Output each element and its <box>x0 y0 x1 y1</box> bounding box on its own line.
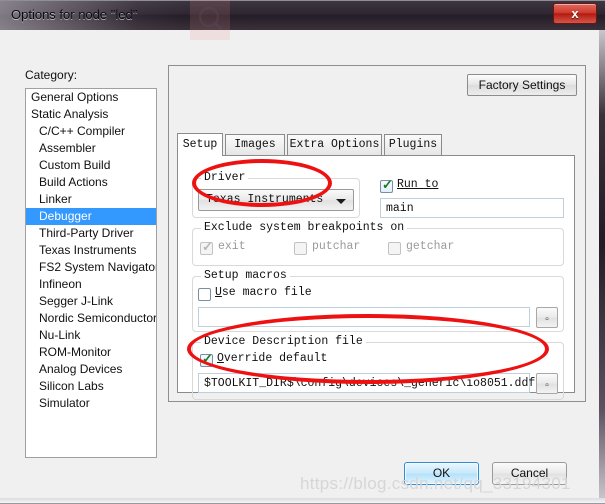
tab-panel-setup: Driver Texas Instruments ✓ Run to main E… <box>177 155 575 400</box>
exclude-exit-checkbox[interactable]: ✓ <box>200 239 213 255</box>
ok-button[interactable]: OK <box>404 462 479 485</box>
category-label: Category: <box>25 68 78 82</box>
run-to-label: Run to <box>397 178 439 191</box>
exclude-putchar-label: putchar <box>312 240 361 253</box>
check-icon: ✓ <box>382 177 393 192</box>
category-item-simulator[interactable]: Simulator <box>26 395 156 412</box>
category-item-build-actions[interactable]: Build Actions <box>26 174 156 191</box>
category-item-nu-link[interactable]: Nu-Link <box>26 327 156 344</box>
settings-panel: Factory Settings Setup Images Extra Option… <box>168 65 586 402</box>
options-dialog: Options for node "led" x Category: Gener… <box>0 0 605 504</box>
check-icon: ✓ <box>202 351 213 366</box>
category-list[interactable]: General Options Static Analysis C/C++ Comp… <box>25 88 157 458</box>
category-item-custom-build[interactable]: Custom Build <box>26 157 156 174</box>
device-description-input[interactable]: $TOOLKIT_DIR$\config\devices\_generic\io… <box>198 373 535 393</box>
run-to-checkbox[interactable]: ✓ <box>380 177 393 193</box>
tab-extra-options[interactable]: Extra Options <box>287 134 382 155</box>
tab-plugins[interactable]: Plugins <box>384 134 442 155</box>
category-item-debugger[interactable]: Debugger <box>26 208 156 225</box>
title-bar: Options for node "led" x <box>0 0 605 30</box>
category-item-rom-monitor[interactable]: ROM-Monitor <box>26 344 156 361</box>
category-item-analog-devices[interactable]: Analog Devices <box>26 361 156 378</box>
tab-images[interactable]: Images <box>225 134 285 155</box>
category-item-assembler[interactable]: Assembler <box>26 140 156 157</box>
category-item-fs2-system-navigator[interactable]: FS2 System Navigator <box>26 259 156 276</box>
run-to-input-value: main <box>386 202 414 215</box>
driver-select[interactable]: Texas Instruments <box>198 189 354 211</box>
close-icon: x <box>571 6 579 21</box>
run-to-input[interactable]: main <box>380 198 564 218</box>
setup-macros-group-title: Setup macros <box>201 269 290 282</box>
category-item-third-party-driver[interactable]: Third-Party Driver <box>26 225 156 242</box>
category-item-texas-instruments[interactable]: Texas Instruments <box>26 242 156 259</box>
use-macro-file-label: Use macro file <box>215 286 312 299</box>
chevron-down-icon <box>336 199 346 204</box>
ellipsis-icon: ▫ <box>545 314 549 325</box>
category-item-static-analysis[interactable]: Static Analysis <box>26 106 156 123</box>
ellipsis-icon: ▫ <box>545 380 549 391</box>
window-title: Options for node "led" <box>11 7 138 22</box>
close-button[interactable]: x <box>553 3 597 24</box>
category-item-c-c-compiler[interactable]: C/C++ Compiler <box>26 123 156 140</box>
device-description-group-title: Device Description file <box>201 335 366 348</box>
window-bottom-edge <box>0 498 605 504</box>
exclude-putchar-checkbox[interactable] <box>294 242 307 255</box>
driver-select-value: Texas Instruments <box>206 193 324 206</box>
use-macro-file-checkbox[interactable] <box>198 288 211 301</box>
override-default-checkbox[interactable]: ✓ <box>200 351 213 367</box>
category-item-segger-j-link[interactable]: Segger J-Link <box>26 293 156 310</box>
macro-file-browse-button[interactable]: ▫ <box>536 307 558 328</box>
exclude-breakpoints-group-title: Exclude system breakpoints on <box>201 221 408 234</box>
device-description-input-value: $TOOLKIT_DIR$\config\devices\_generic\io… <box>204 377 536 390</box>
device-description-browse-button[interactable]: ▫ <box>536 373 558 394</box>
category-item-infineon[interactable]: Infineon <box>26 276 156 293</box>
exclude-getchar-label: getchar <box>406 240 455 253</box>
override-default-label: Override default <box>217 352 328 365</box>
macro-file-input[interactable] <box>198 307 530 327</box>
category-item-silicon-labs[interactable]: Silicon Labs <box>26 378 156 395</box>
driver-group-title: Driver <box>201 171 249 184</box>
tab-setup[interactable]: Setup <box>177 133 223 156</box>
category-item-nordic-semiconductor[interactable]: Nordic Semiconductor <box>26 310 156 327</box>
exclude-exit-label: exit <box>218 240 246 253</box>
exclude-getchar-checkbox[interactable] <box>388 242 401 255</box>
exclude-breakpoints-group: Exclude system breakpoints on <box>192 221 564 266</box>
check-icon: ✓ <box>202 239 213 254</box>
category-item-linker[interactable]: Linker <box>26 191 156 208</box>
factory-settings-button[interactable]: Factory Settings <box>467 74 577 96</box>
cancel-button[interactable]: Cancel <box>492 462 567 485</box>
category-item-general-options[interactable]: General Options <box>26 89 156 106</box>
